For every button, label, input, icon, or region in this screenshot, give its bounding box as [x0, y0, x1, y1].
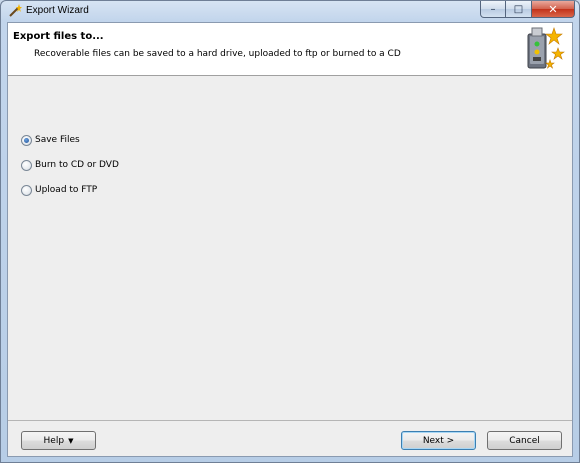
option-upload-ftp[interactable]: Upload to FTP	[21, 183, 119, 197]
option-save-files[interactable]: Save Files	[21, 133, 119, 147]
footer-divider	[8, 420, 572, 421]
radio-save-files[interactable]	[21, 134, 32, 146]
help-button[interactable]: Help ▼	[21, 431, 96, 450]
window-title: Export Wizard	[26, 5, 89, 16]
usb-drive-stars-icon	[527, 27, 565, 69]
next-button[interactable]: Next >	[401, 431, 476, 450]
header-title: Export files to...	[13, 31, 104, 42]
dropdown-arrow-icon: ▼	[68, 436, 74, 445]
window-controls: – □ ✕	[480, 1, 575, 18]
help-label: Help	[43, 435, 65, 446]
option-label: Upload to FTP	[35, 185, 98, 195]
close-button[interactable]: ✕	[532, 1, 575, 18]
title-bar[interactable]: Export Wizard – □ ✕	[1, 1, 579, 22]
radio-upload-ftp[interactable]	[21, 184, 32, 196]
cancel-button[interactable]: Cancel	[487, 431, 562, 450]
minimize-button[interactable]: –	[480, 1, 506, 18]
export-wizard-window: Export Wizard – □ ✕ Export files to... R…	[0, 0, 580, 463]
option-burn-cd-dvd[interactable]: Burn to CD or DVD	[21, 158, 119, 172]
option-label: Burn to CD or DVD	[35, 160, 119, 170]
maximize-button[interactable]: □	[506, 1, 532, 18]
header-subtitle: Recoverable files can be saved to a hard…	[34, 49, 401, 59]
radio-burn-cd-dvd[interactable]	[21, 159, 32, 171]
export-options: Save Files Burn to CD or DVD Upload to F…	[21, 133, 119, 208]
wizard-body: Export files to... Recoverable files can…	[7, 22, 573, 457]
wand-icon	[9, 4, 22, 17]
option-label: Save Files	[35, 135, 80, 145]
wizard-header: Export files to... Recoverable files can…	[8, 23, 572, 76]
